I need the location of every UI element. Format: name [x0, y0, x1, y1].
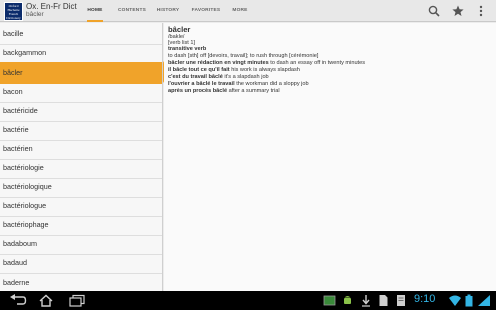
download-notification-icon[interactable]: [360, 294, 372, 307]
example-english: the workman did a sloppy job: [236, 81, 309, 87]
system-nav-bar: 9:10: [0, 291, 496, 310]
entry-example: bâcler une rédaction en vingt minutes to…: [168, 60, 365, 66]
tab-favorites[interactable]: FAVORITES: [190, 0, 222, 22]
word-list[interactable]: bacille backgammon bâcler bacon bactéric…: [0, 23, 163, 291]
battery-icon: [465, 294, 473, 307]
entry-example: c'est du travail bâclé it's a slapdash j…: [168, 74, 269, 80]
example-french: l'ouvrier a bâclé le travail: [168, 81, 235, 87]
list-item[interactable]: backgammon: [0, 42, 162, 64]
signal-icon: [478, 295, 490, 306]
home-icon[interactable]: [38, 294, 54, 307]
entry-example: il bâcle tout ce qu'il fait his work is …: [168, 67, 300, 73]
example-french: après un procès bâclé: [168, 88, 228, 94]
app-subtitle: bâcler: [26, 11, 44, 18]
entry-example: l'ouvrier a bâclé le travail the workman…: [168, 81, 309, 87]
recent-apps-icon[interactable]: [68, 294, 86, 307]
file-notification-icon[interactable]: [395, 294, 407, 307]
tab-home[interactable]: HOME: [84, 0, 106, 22]
back-icon[interactable]: [9, 294, 27, 307]
list-item[interactable]: baderne: [0, 272, 162, 291]
app-logo[interactable]: Oxford Hachette French Dictionary: [4, 2, 23, 21]
entry-example: après un procès bâclé after a summary tr…: [168, 88, 280, 94]
example-english: after a summary trial: [228, 88, 280, 94]
status-clock[interactable]: 9:10: [414, 293, 435, 305]
entry-headword: bâcler: [168, 25, 191, 34]
logo-text: Dictionary: [6, 16, 21, 20]
screenshot-notification-icon[interactable]: [323, 294, 336, 307]
star-icon[interactable]: [451, 4, 465, 18]
entry-part-of-speech: transitive verb: [168, 46, 207, 52]
overflow-menu-icon[interactable]: [474, 4, 488, 18]
example-english: to dash an essay off in twenty minutes: [270, 60, 366, 66]
tab-history[interactable]: HISTORY: [154, 0, 182, 22]
android-notification-icon[interactable]: [341, 294, 354, 307]
example-english: his work is always slapdash: [231, 67, 300, 73]
app-title: Ox. En-Fr Dict: [26, 2, 77, 11]
example-english: it's a slapdash job: [224, 74, 269, 80]
example-french: il bâcle tout ce qu'il fait: [168, 67, 230, 73]
tab-more[interactable]: MORE: [229, 0, 251, 22]
search-icon[interactable]: [427, 4, 441, 18]
wifi-icon: [449, 295, 461, 306]
list-item[interactable]: badaud: [0, 252, 162, 274]
example-french: bâcler une rédaction en vingt minutes: [168, 60, 269, 66]
example-french: c'est du travail bâclé: [168, 74, 223, 80]
tab-contents[interactable]: CONTENTS: [116, 0, 148, 22]
entry-panel: bâcler /bakle/ [verb list 1] transitive …: [164, 23, 496, 291]
entry-sense: to dash [sth] off [devoirs, travail]; to…: [168, 53, 319, 59]
document-notification-icon[interactable]: [378, 294, 389, 307]
action-bar: Oxford Hachette French Dictionary Ox. En…: [0, 0, 496, 22]
